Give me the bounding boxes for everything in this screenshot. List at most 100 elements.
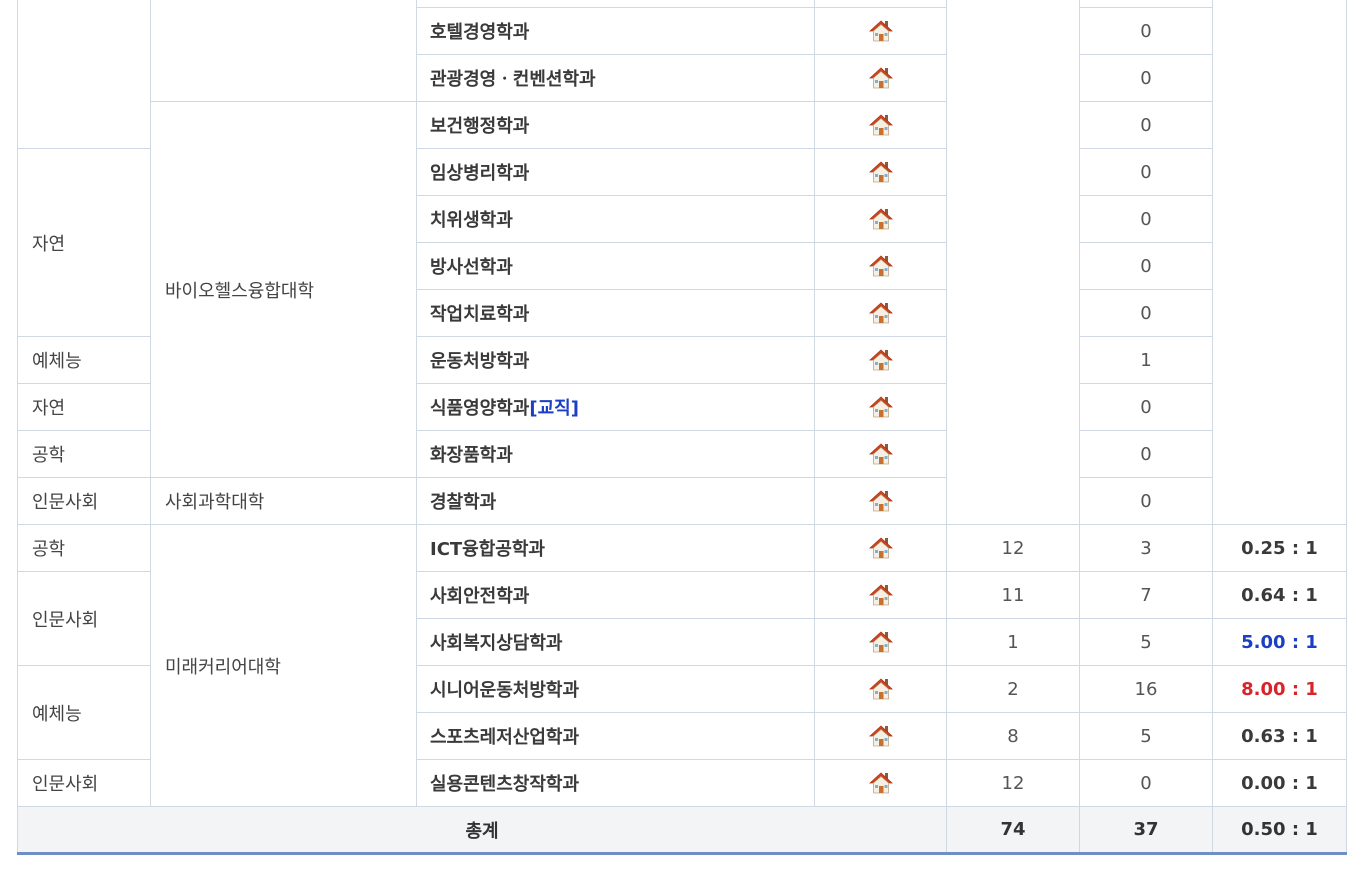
field-name: 인문사회 xyxy=(17,571,151,666)
college-name: 바이오헬스융합대학 xyxy=(150,101,417,478)
count-value: 7 xyxy=(1079,571,1213,619)
dept-name[interactable]: 시니어운동처방학과 xyxy=(416,665,815,713)
home-icon[interactable] xyxy=(867,17,895,45)
college-name: 미래커리어대학 xyxy=(150,524,417,807)
dept-name[interactable]: ICT융합공학과 xyxy=(416,524,815,572)
count-value: 0 xyxy=(1079,383,1213,431)
home-icon[interactable] xyxy=(867,252,895,280)
dept-name[interactable]: 관광경영ㆍ컨벤션학과 xyxy=(416,54,815,102)
home-icon[interactable] xyxy=(867,299,895,327)
homepage-link[interactable] xyxy=(814,54,947,102)
ratio-value: 0.64 : 1 xyxy=(1212,571,1347,619)
admission-table: 호텔경영학과 0 관광경영ㆍ컨벤션학과 0 바이오헬스융합대학 보건행정학과 0… xyxy=(17,0,1347,855)
home-icon[interactable] xyxy=(867,440,895,468)
field-name: 자연 xyxy=(17,383,151,431)
home-icon[interactable] xyxy=(867,393,895,421)
homepage-link[interactable] xyxy=(814,430,947,478)
ratio-cell xyxy=(1212,0,1347,525)
dept-name[interactable]: 스포츠레저산업학과 xyxy=(416,712,815,760)
count-value: 0 xyxy=(1079,477,1213,525)
count-value: 0 xyxy=(1079,242,1213,290)
count-value: 1 xyxy=(1079,336,1213,384)
count-value: 16 xyxy=(1079,665,1213,713)
college-name: 사회과학대학 xyxy=(150,477,417,525)
homepage-link[interactable] xyxy=(814,195,947,243)
dept-name[interactable]: 방사선학과 xyxy=(416,242,815,290)
applicants-value: 8 xyxy=(946,712,1080,760)
homepage-link[interactable] xyxy=(814,618,947,666)
home-icon[interactable] xyxy=(867,769,895,797)
dept-name[interactable]: 실용콘텐츠창작학과 xyxy=(416,759,815,807)
home-icon[interactable] xyxy=(867,111,895,139)
total-label: 총계 xyxy=(17,806,947,855)
homepage-link[interactable] xyxy=(814,101,947,149)
table-row: 인문사회 사회과학대학 경찰학과 0 xyxy=(17,477,1347,525)
dept-name[interactable]: 치위생학과 xyxy=(416,195,815,243)
home-icon[interactable] xyxy=(867,722,895,750)
dept-name[interactable]: 작업치료학과 xyxy=(416,289,815,337)
dept-name[interactable]: 식품영양학과 xyxy=(430,398,529,419)
applicants-cell xyxy=(946,0,1080,525)
home-icon[interactable] xyxy=(867,346,895,374)
dept-name[interactable]: 경찰학과 xyxy=(416,477,815,525)
applicants-value: 11 xyxy=(946,571,1080,619)
home-icon[interactable] xyxy=(867,487,895,515)
homepage-link[interactable] xyxy=(814,148,947,196)
dept-name[interactable]: 보건행정학과 xyxy=(416,101,815,149)
homepage-link[interactable] xyxy=(814,571,947,619)
teacher-track-tag[interactable]: [교직] xyxy=(529,398,579,419)
dept-name[interactable]: 화장품학과 xyxy=(416,430,815,478)
homepage-link[interactable] xyxy=(814,383,947,431)
count-value: 0 xyxy=(1079,148,1213,196)
count-value: 0 xyxy=(1079,195,1213,243)
total-ratio: 0.50 : 1 xyxy=(1212,806,1347,855)
dept-name[interactable]: 사회복지상담학과 xyxy=(416,618,815,666)
count-value: 0 xyxy=(1079,430,1213,478)
applicants-value: 12 xyxy=(946,759,1080,807)
home-icon[interactable] xyxy=(867,205,895,233)
dept-name-cell[interactable]: 식품영양학과[교직] xyxy=(416,383,815,431)
count-cell xyxy=(1079,0,1213,8)
ratio-value: 5.00 : 1 xyxy=(1212,618,1347,666)
home-icon[interactable] xyxy=(867,534,895,562)
count-value: 0 xyxy=(1079,759,1213,807)
homepage-link[interactable] xyxy=(814,242,947,290)
dept-name[interactable]: 임상병리학과 xyxy=(416,148,815,196)
dept-name[interactable]: 사회안전학과 xyxy=(416,571,815,619)
homepage-link[interactable] xyxy=(814,477,947,525)
home-icon[interactable] xyxy=(867,158,895,186)
homepage-link[interactable] xyxy=(814,759,947,807)
ratio-value: 0.63 : 1 xyxy=(1212,712,1347,760)
count-value: 0 xyxy=(1079,289,1213,337)
field-name: 공학 xyxy=(17,524,151,572)
applicants-value: 12 xyxy=(946,524,1080,572)
homepage-link[interactable] xyxy=(814,289,947,337)
dept-cell xyxy=(416,0,815,8)
home-icon[interactable] xyxy=(867,64,895,92)
total-count: 37 xyxy=(1079,806,1213,855)
home-icon[interactable] xyxy=(867,628,895,656)
total-row: 총계 74 37 0.50 : 1 xyxy=(17,806,1347,855)
field-name: 예체능 xyxy=(17,665,151,760)
applicants-value: 1 xyxy=(946,618,1080,666)
homepage-link[interactable] xyxy=(814,712,947,760)
homepage-link[interactable] xyxy=(814,7,947,55)
table-row xyxy=(17,0,1347,525)
field-name: 예체능 xyxy=(17,336,151,384)
count-value: 5 xyxy=(1079,618,1213,666)
count-value: 0 xyxy=(1079,101,1213,149)
total-applicants: 74 xyxy=(946,806,1080,855)
field-name: 자연 xyxy=(17,148,151,337)
dept-name[interactable]: 운동처방학과 xyxy=(416,336,815,384)
home-icon[interactable] xyxy=(867,581,895,609)
count-value: 5 xyxy=(1079,712,1213,760)
homepage-link[interactable] xyxy=(814,665,947,713)
table-row: 공학 미래커리어대학 ICT융합공학과 12 3 0.25 : 1 xyxy=(17,524,1347,807)
home-icon[interactable] xyxy=(867,675,895,703)
count-value: 0 xyxy=(1079,7,1213,55)
homepage-link[interactable] xyxy=(814,336,947,384)
dept-name[interactable]: 호텔경영학과 xyxy=(416,7,815,55)
homepage-link[interactable] xyxy=(814,524,947,572)
field-cell xyxy=(17,0,151,149)
count-value: 0 xyxy=(1079,54,1213,102)
